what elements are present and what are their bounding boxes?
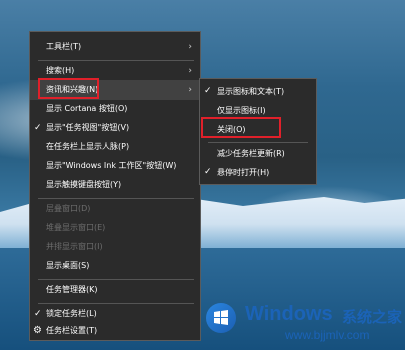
menu-item-show-task-view-button[interactable]: ✓ 显示"任务视图"按钮(V) <box>30 118 200 138</box>
menu-item-label: 显示"Windows Ink 工作区"按钮(W) <box>46 161 177 170</box>
menu-item-cascade-windows[interactable]: 层叠窗口(D) <box>30 199 200 219</box>
gear-icon: ⚙ <box>33 325 42 336</box>
menu-item-label: 任务栏设置(T) <box>46 326 98 335</box>
menu-item-label: 层叠窗口(D) <box>46 204 91 213</box>
menu-item-label: 显示桌面(S) <box>46 261 90 270</box>
menu-item-toolbars[interactable]: 工具栏(T) › <box>30 37 200 57</box>
chevron-right-icon: › <box>188 85 192 95</box>
menu-item-label: 显示"任务视图"按钮(V) <box>46 123 130 132</box>
chevron-right-icon: › <box>188 66 192 76</box>
menu-item-show-windows-ink-button[interactable]: 显示"Windows Ink 工作区"按钮(W) <box>30 156 200 176</box>
menu-item-label: 显示 Cortana 按钮(O) <box>46 104 128 113</box>
menu-item-label: 工具栏(T) <box>46 42 82 51</box>
watermark-brand: Windows <box>245 303 333 325</box>
checkmark-icon: ✓ <box>204 167 212 177</box>
menu-item-label: 显示触摸键盘按钮(Y) <box>46 180 122 189</box>
windows-logo-icon <box>206 303 236 333</box>
submenu-item-label: 显示图标和文本(T) <box>217 87 285 96</box>
submenu-item-open-on-hover[interactable]: ✓ 悬停时打开(H) <box>200 163 316 182</box>
submenu-item-show-icon-and-text[interactable]: ✓ 显示图标和文本(T) <box>200 82 316 101</box>
highlight-box-news-and-interests <box>38 78 99 99</box>
submenu-item-label: 悬停时打开(H) <box>217 168 270 177</box>
watermark-url: www.bjjmlv.com <box>285 328 370 342</box>
highlight-box-turn-off <box>201 117 281 138</box>
menu-item-label: 任务管理器(K) <box>46 285 98 294</box>
menu-item-label: 在任务栏上显示人脉(P) <box>46 142 130 151</box>
menu-item-task-manager[interactable]: 任务管理器(K) <box>30 280 200 300</box>
menu-separator <box>208 142 308 143</box>
menu-item-show-touch-keyboard-button[interactable]: 显示触摸键盘按钮(Y) <box>30 175 200 195</box>
menu-item-label: 并排显示窗口(I) <box>46 242 103 251</box>
checkmark-icon: ✓ <box>204 86 212 96</box>
watermark: Windows 系统之家 www.bjjmlv.com <box>205 300 405 350</box>
menu-item-label: 堆叠显示窗口(E) <box>46 223 106 232</box>
menu-item-show-desktop[interactable]: 显示桌面(S) <box>30 256 200 276</box>
submenu-item-reduce-taskbar-updates[interactable]: 减少任务栏更新(R) <box>200 144 316 163</box>
menu-item-show-cortana-button[interactable]: 显示 Cortana 按钮(O) <box>30 99 200 119</box>
chevron-right-icon: › <box>188 42 192 52</box>
menu-item-side-by-side-windows[interactable]: 并排显示窗口(I) <box>30 237 200 257</box>
menu-item-show-people[interactable]: 在任务栏上显示人脉(P) <box>30 137 200 157</box>
submenu-item-label: 减少任务栏更新(R) <box>217 149 285 158</box>
checkmark-icon: ✓ <box>34 123 42 133</box>
menu-item-stack-windows[interactable]: 堆叠显示窗口(E) <box>30 218 200 238</box>
watermark-site-name: 系统之家 <box>342 308 403 326</box>
menu-item-taskbar-settings[interactable]: ⚙ 任务栏设置(T) <box>30 321 200 341</box>
